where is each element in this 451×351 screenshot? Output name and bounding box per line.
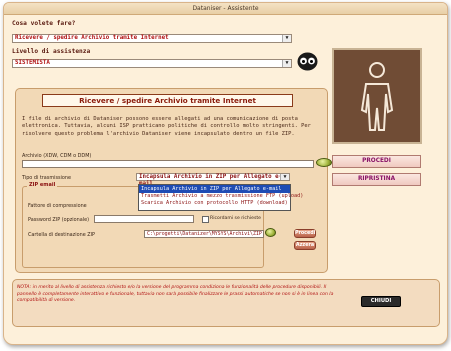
- ripristina-button[interactable]: RIPRISTINA: [332, 173, 421, 186]
- zip-email-label: ZIP email: [27, 182, 58, 188]
- livello-value: SISTEMISTA: [15, 60, 50, 66]
- procedi-button[interactable]: PROCEDI: [332, 155, 421, 168]
- note-text: NOTA: in merito al livello di assistenza…: [17, 285, 334, 304]
- livello-combo[interactable]: SISTEMISTA ▼: [12, 59, 292, 68]
- browse-archivio-button[interactable]: [316, 158, 332, 167]
- cartella-label: Cartella di destinazione ZIP: [28, 232, 95, 238]
- dropdown-option[interactable]: Scarica Archivio con protocollo HTTP (do…: [139, 199, 290, 207]
- archivio-input[interactable]: [22, 160, 314, 168]
- chiudi-button[interactable]: CHIUDI: [361, 296, 401, 307]
- cosa-combo[interactable]: Ricevere / spedire Archivio tramite Inte…: [12, 34, 292, 43]
- ricordami-checkbox[interactable]: [202, 216, 209, 223]
- operation-panel: Ricevere / spedire Archivio tramite Inte…: [15, 88, 328, 273]
- tipo-dropdown-list: Incapsula Archivio in ZIP per Allegato e…: [138, 184, 303, 211]
- cosa-label: Cosa volete fare?: [12, 20, 76, 27]
- password-label: Password ZIP (opzionale): [28, 217, 89, 223]
- chevron-down-icon[interactable]: ▼: [280, 174, 289, 180]
- ricordami-label: Ricordami se richieste: [210, 216, 261, 221]
- person-icon: [360, 62, 394, 131]
- azzera-button[interactable]: Azzera: [294, 241, 316, 250]
- browse-cartella-button[interactable]: [265, 228, 276, 237]
- chevron-down-icon[interactable]: ▼: [282, 35, 291, 42]
- chevron-down-icon[interactable]: ▼: [282, 60, 291, 67]
- tipo-label: Tipo di trasmissione: [22, 175, 72, 181]
- assistant-face-icon[interactable]: [297, 52, 318, 71]
- note-panel: NOTA: in merito al livello di assistenza…: [12, 279, 440, 327]
- window-title: Dataniser - Assistente: [192, 5, 259, 12]
- cosa-value: Ricevere / spedire Archivio tramite Inte…: [15, 35, 169, 41]
- procedi-small-button[interactable]: Procedi: [294, 229, 316, 238]
- archivio-label: Archivio (XDW, CDM o DDM): [22, 153, 92, 159]
- cartella-value: C:\progetti\Datanizer\MYSYS\Archivi\ZIP: [147, 231, 262, 237]
- tipo-combo[interactable]: Incapsula Archivio in ZIP per Allegato e…: [136, 173, 290, 187]
- password-input[interactable]: [94, 215, 194, 223]
- assistant-window: Dataniser - Assistente Cosa volete fare?…: [3, 2, 448, 345]
- panel-description: I file di archivio di Dataniser possono …: [22, 116, 311, 137]
- title-bar: Dataniser - Assistente: [4, 3, 447, 15]
- cartella-input[interactable]: C:\progetti\Datanizer\MYSYS\Archivi\ZIP: [144, 230, 264, 238]
- assistant-image: [332, 48, 422, 144]
- livello-label: Livello di assistenza: [12, 48, 91, 55]
- panel-banner: Ricevere / spedire Archivio tramite Inte…: [42, 94, 293, 107]
- fattore-label: Fattore di compressione: [28, 203, 87, 209]
